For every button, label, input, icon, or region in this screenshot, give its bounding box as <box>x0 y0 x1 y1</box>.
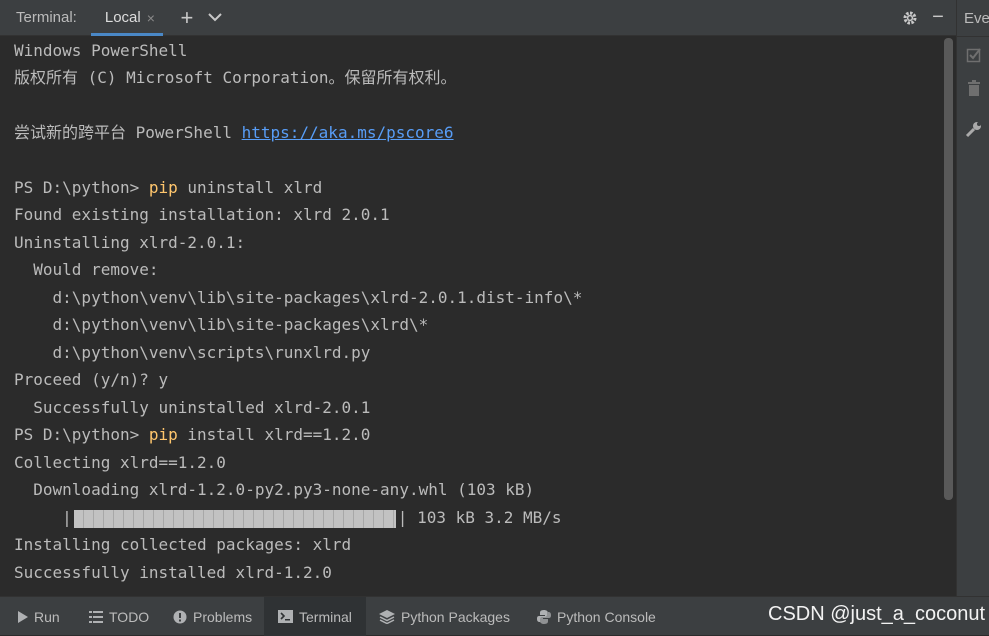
layers-icon <box>379 609 395 624</box>
terminal-line: 版权所有 (C) Microsoft Corporation。保留所有权利。 <box>14 68 457 87</box>
problems-icon <box>173 610 187 624</box>
terminal-line: Installing collected packages: xlrd <box>14 535 352 554</box>
minimize-icon: − <box>932 6 944 28</box>
command-args: uninstall xlrd <box>177 178 323 197</box>
event-log-panel: Eve <box>956 0 989 596</box>
tab-terminal-label: Terminal <box>299 608 352 625</box>
minimize-button[interactable]: − <box>924 0 952 36</box>
tab-todo-label: TODO <box>109 608 150 625</box>
terminal-line: Proceed (y/n)? y <box>14 370 169 389</box>
prompt: PS D:\python> <box>14 178 149 197</box>
terminal-line: Would remove: <box>14 260 159 279</box>
tab-python-console[interactable]: Python Console <box>537 597 656 636</box>
command-args: install xlrd==1.2.0 <box>177 425 371 444</box>
tab-python-console-label: Python Console <box>557 608 656 625</box>
check-icon[interactable] <box>965 46 983 64</box>
terminal-line: Windows PowerShell <box>14 41 188 60</box>
settings-button[interactable] <box>896 0 924 36</box>
chevron-down-icon <box>208 13 222 22</box>
progress-bar <box>73 509 396 528</box>
list-icon <box>89 610 103 623</box>
progress-line: | | 103 kB 3.2 MB/s <box>14 504 562 531</box>
watermark: CSDN @just_a_coconut <box>768 603 986 625</box>
prompt: PS D:\python> <box>14 425 149 444</box>
close-icon[interactable]: × <box>147 10 155 26</box>
terminal-line: Collecting xlrd==1.2.0 <box>14 453 226 472</box>
new-tab-button[interactable]: + <box>173 0 201 36</box>
terminal-line-text: 尝试新的跨平台 PowerShell <box>14 123 242 142</box>
gear-icon <box>903 11 917 24</box>
tab-problems-label: Problems <box>193 608 253 625</box>
tab-dropdown-button[interactable] <box>201 0 229 36</box>
terminal-icon <box>278 610 293 623</box>
tab-terminal[interactable]: Terminal <box>264 597 366 636</box>
tab-run-label: Run <box>34 608 60 625</box>
terminal-line: d:\python\venv\lib\site-packages\xlrd\* <box>14 315 429 334</box>
terminal-line: Downloading xlrd-1.2.0-py2.py3-none-any.… <box>14 480 535 499</box>
trash-icon[interactable] <box>965 79 983 97</box>
tab-local-label: Local <box>104 9 141 26</box>
terminal-line: d:\python\venv\lib\site-packages\xlrd-2.… <box>14 288 583 307</box>
python-icon <box>537 609 551 624</box>
side-strip <box>0 400 4 520</box>
tab-local[interactable]: Local × <box>90 0 163 36</box>
terminal-line: Successfully installed xlrd-1.2.0 <box>14 563 332 582</box>
terminal-line: Found existing installation: xlrd 2.0.1 <box>14 205 390 224</box>
progress-prefix: | <box>14 508 72 527</box>
terminal-line: d:\python\venv\scripts\runxlrd.py <box>14 343 371 362</box>
command-keyword: pip <box>148 178 178 197</box>
terminal-line: PS D:\python> pip uninstall xlrd <box>14 174 322 201</box>
panel-title[interactable]: Eve <box>964 10 989 27</box>
terminal-line: Successfully uninstalled xlrd-2.0.1 <box>14 398 371 417</box>
terminal-output[interactable]: Windows PowerShell 版权所有 (C) Microsoft Co… <box>0 37 943 596</box>
progress-suffix: | 103 kB 3.2 MB/s <box>397 508 562 527</box>
tab-problems[interactable]: Problems <box>173 597 252 636</box>
scrollbar-thumb[interactable] <box>944 38 953 500</box>
terminal-line: PS D:\python> pip install xlrd==1.2.0 <box>14 421 370 448</box>
run-icon <box>18 610 28 623</box>
tab-python-packages-label: Python Packages <box>401 608 510 625</box>
terminal-toolbar: Terminal: Local × + − <box>0 0 956 36</box>
divider <box>957 36 989 37</box>
plus-icon: + <box>180 4 194 30</box>
terminal-line: 尝试新的跨平台 PowerShell https://aka.ms/pscore… <box>14 119 454 146</box>
tab-todo[interactable]: TODO <box>89 597 149 636</box>
terminal-title: Terminal: <box>16 9 77 26</box>
tab-run[interactable]: Run <box>18 597 60 636</box>
command-keyword: pip <box>148 425 178 444</box>
tab-python-packages[interactable]: Python Packages <box>379 597 510 636</box>
wrench-icon[interactable] <box>965 120 983 138</box>
pscore-link[interactable]: https://aka.ms/pscore6 <box>242 123 454 142</box>
terminal-line: Uninstalling xlrd-2.0.1: <box>14 233 246 252</box>
